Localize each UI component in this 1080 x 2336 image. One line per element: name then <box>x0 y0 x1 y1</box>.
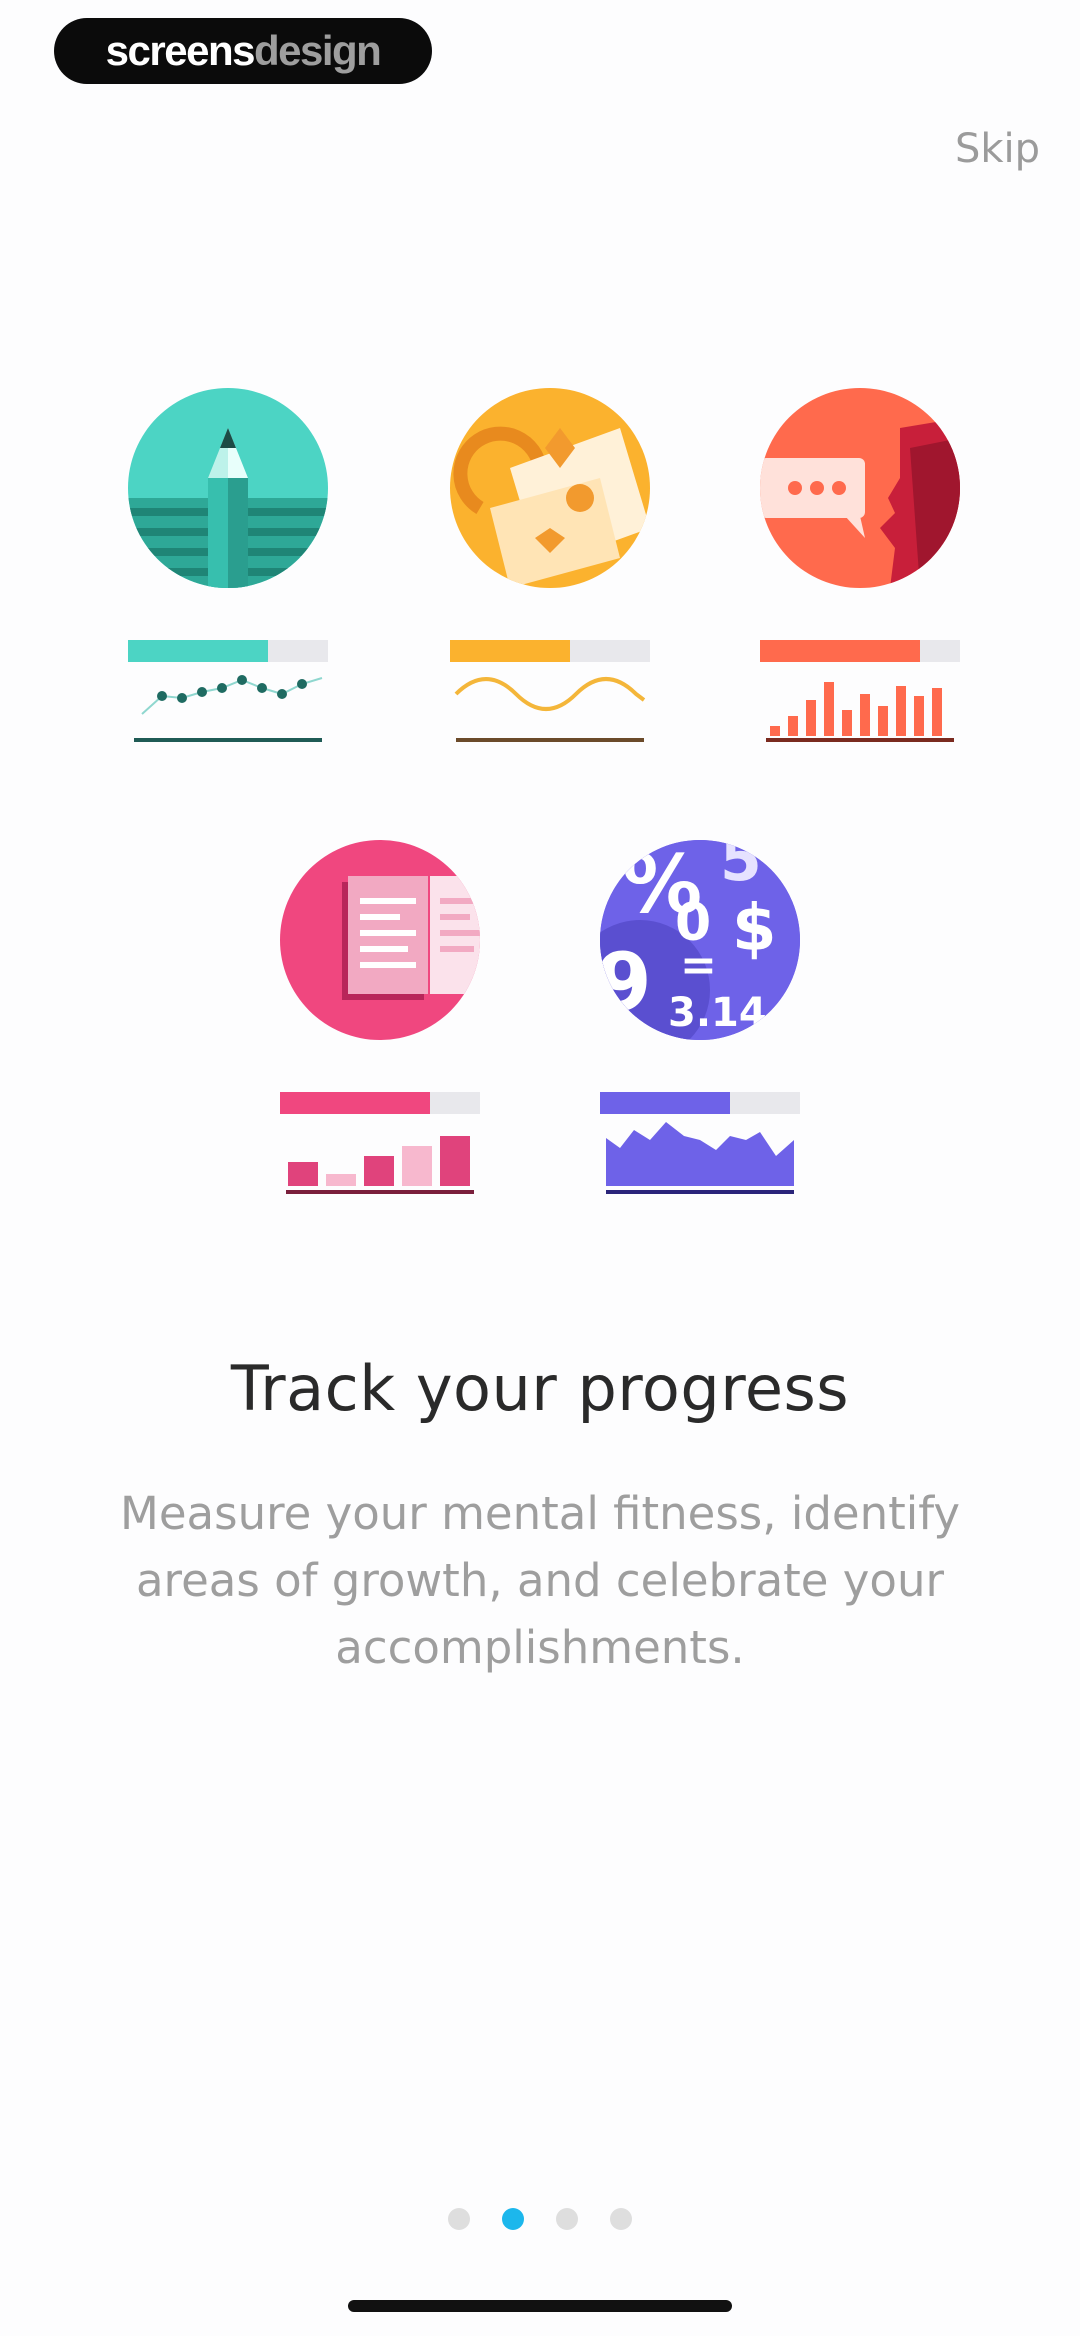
area-chart-graphic <box>606 1122 794 1194</box>
progress-bar <box>760 640 960 662</box>
page-dot-3[interactable] <box>556 2208 578 2230</box>
math-glyph-equals: = <box>680 940 717 991</box>
line-chart-graphic <box>134 675 323 742</box>
math-glyph-dollar: $ <box>732 892 777 966</box>
brand-part-1: screens <box>105 27 256 74</box>
progress-bar <box>600 1092 800 1114</box>
cards-icon <box>450 388 650 588</box>
progress-bar <box>128 640 328 662</box>
page-dot-2[interactable] <box>502 2208 524 2230</box>
speech-bubble-icon <box>760 388 960 588</box>
skip-button[interactable]: Skip <box>955 126 1040 172</box>
brand-watermark: screens design <box>54 18 432 84</box>
tile-writing <box>128 388 328 748</box>
onboarding-screen: screens design Skip % 5 0 $ = 9 3.14 Tra… <box>0 0 1080 2336</box>
page-dot-4[interactable] <box>610 2208 632 2230</box>
wave-chart-graphic <box>454 677 646 742</box>
tile-memory <box>450 388 650 748</box>
headline: Track your progress <box>230 1352 850 1425</box>
progress-bar <box>280 1092 480 1114</box>
progress-bar <box>450 640 650 662</box>
book-icon <box>280 840 480 1040</box>
tile-reading <box>280 840 480 1200</box>
math-glyph-9: 9 <box>600 936 652 1029</box>
numbers-icon: % 5 0 $ = 9 3.14 <box>600 840 800 1040</box>
tile-speaking <box>760 388 960 748</box>
page-indicator <box>0 2208 1080 2230</box>
math-glyph-5: 5 <box>720 840 762 895</box>
math-glyph-pi: 3.14 <box>668 990 767 1036</box>
brand-part-2: design <box>253 27 382 74</box>
description: Measure your mental fitness, identify ar… <box>120 1487 960 1674</box>
page-dot-1[interactable] <box>448 2208 470 2230</box>
bar-chart-graphic <box>286 1136 474 1194</box>
home-indicator[interactable] <box>348 2300 732 2312</box>
tile-math: % 5 0 $ = 9 3.14 <box>600 840 800 1200</box>
pencil-icon <box>128 388 328 588</box>
bar-chart-graphic <box>766 682 954 742</box>
